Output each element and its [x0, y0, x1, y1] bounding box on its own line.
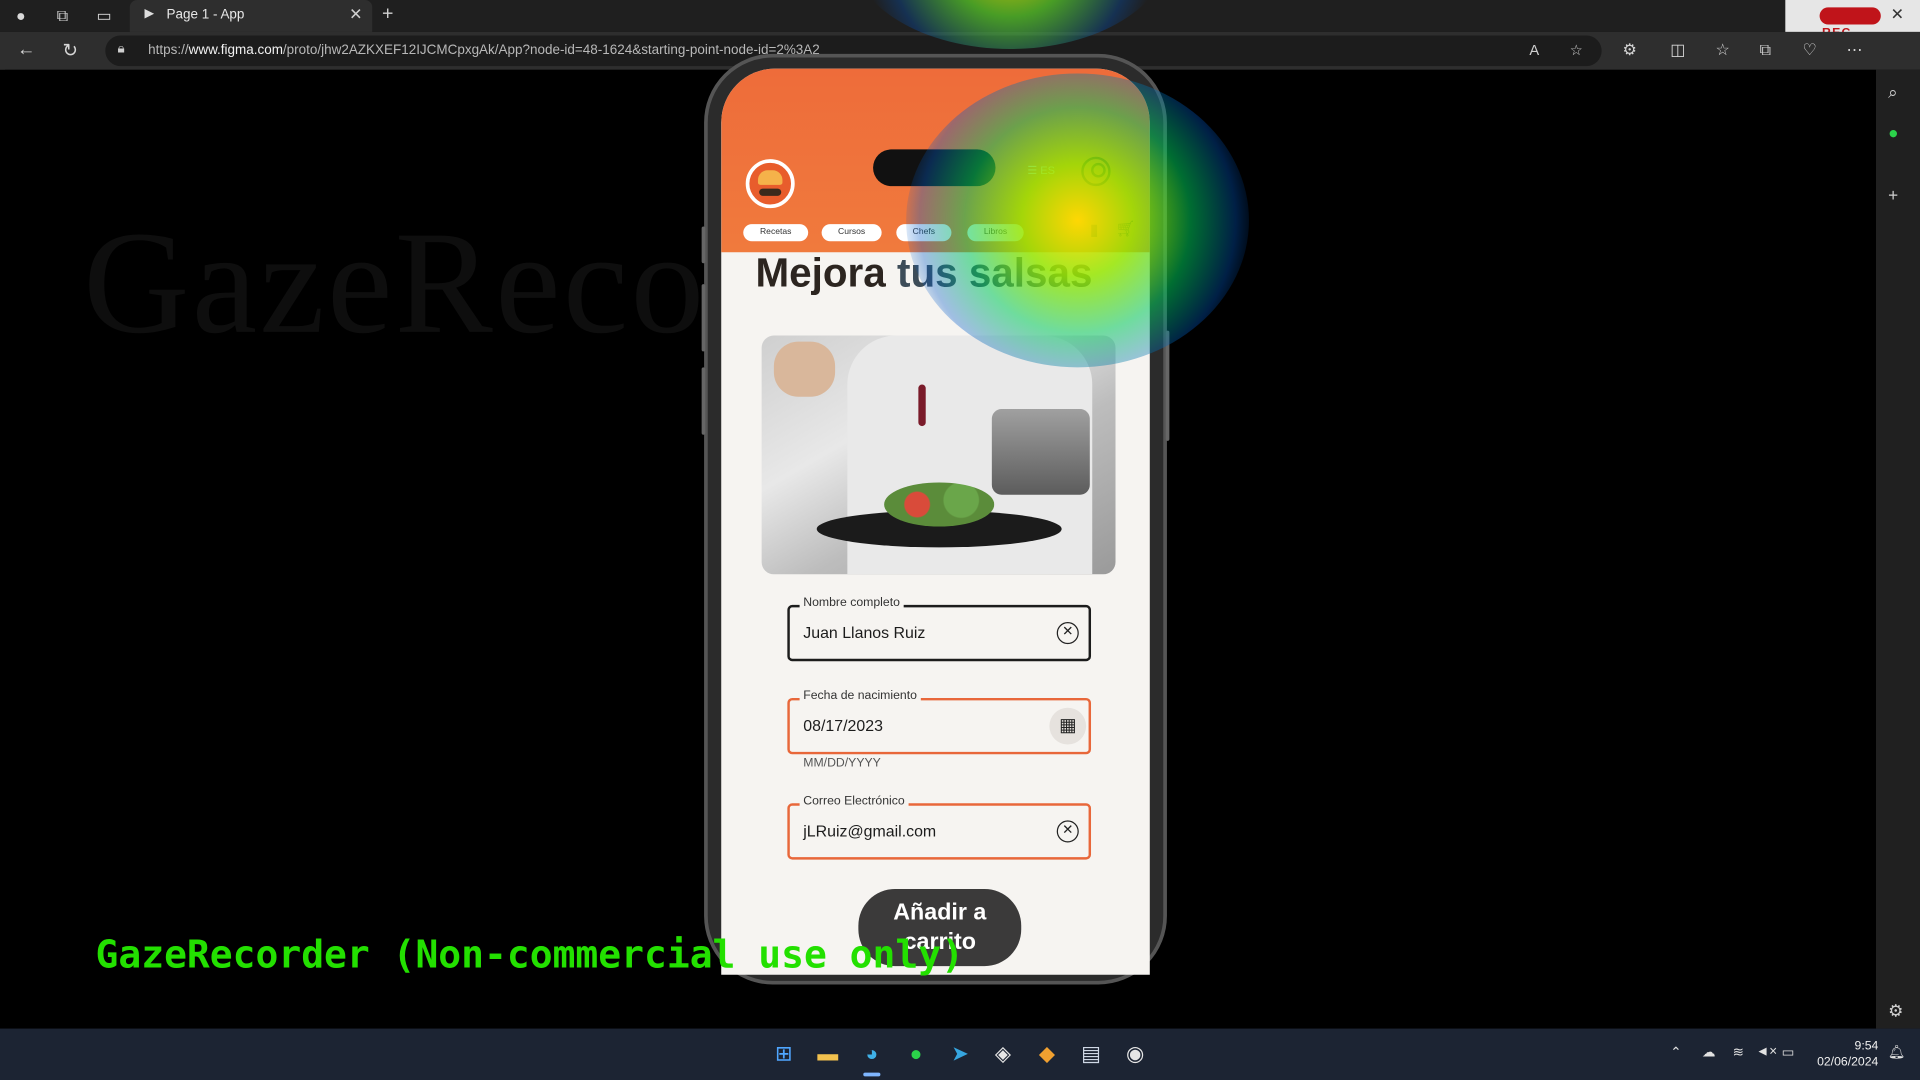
- tab-actions-icon[interactable]: ▭: [93, 5, 115, 27]
- search-icon[interactable]: ⌕: [1888, 82, 1898, 103]
- url-text: https://www.figma.com/proto/jhw2AZKXEF12…: [148, 42, 820, 58]
- active-app-indicator: [863, 1072, 881, 1077]
- profile-icon[interactable]: ●: [10, 5, 32, 27]
- cloud-icon[interactable]: ☁: [1702, 1044, 1715, 1061]
- clock-date: 02/06/2024: [1817, 1055, 1879, 1069]
- rec-indicator: [1819, 7, 1881, 25]
- clear-icon[interactable]: ✕: [1056, 820, 1079, 843]
- nav-chip-recetas[interactable]: Recetas: [743, 224, 809, 242]
- app-screen: ☰ ES Recetas Cursos Chefs Libros ▮ 🛒︎ Me…: [721, 68, 1150, 975]
- tray-chevron-icon[interactable]: ⌃: [1670, 1044, 1681, 1061]
- birthdate-field[interactable]: Fecha de nacimiento 08/17/2023 ▦: [787, 689, 1092, 755]
- sauce-drip: [918, 384, 926, 427]
- wifi-icon[interactable]: ≋: [1733, 1044, 1744, 1061]
- new-tab-icon[interactable]: +: [382, 4, 393, 26]
- phone-button: [701, 367, 706, 435]
- name-value: Juan Llanos Ruiz: [803, 623, 926, 642]
- tab-title: Page 1 - App: [166, 7, 245, 23]
- email-value: jLRuiz@gmail.com: [803, 821, 937, 841]
- faint-watermark: GazeRecor: [83, 200, 758, 364]
- date-format-hint: MM/DD/YYYY: [803, 756, 881, 771]
- start-icon[interactable]: ⊞: [770, 1041, 797, 1068]
- lock-icon: 🔒︎: [117, 41, 125, 57]
- phone-button: [701, 284, 706, 352]
- page-title: Mejora tus salsas: [755, 249, 1093, 296]
- edge-sidebar: ⌕ ● + ⚙: [1875, 69, 1920, 1029]
- figma-play-icon: ▶: [144, 7, 154, 21]
- phone-button: [701, 226, 706, 264]
- add-to-cart-line1: Añadir a: [893, 900, 987, 926]
- favorite-star-icon[interactable]: ☆: [1570, 42, 1583, 59]
- telegram-icon[interactable]: ➤: [947, 1041, 974, 1068]
- collections-icon[interactable]: ⧉: [1760, 40, 1771, 60]
- calendar-icon[interactable]: ▦: [1049, 707, 1087, 745]
- whatsapp-icon[interactable]: ●: [1888, 122, 1898, 142]
- read-aloud-icon[interactable]: A: [1529, 42, 1539, 59]
- add-icon[interactable]: +: [1888, 185, 1898, 205]
- more-icon[interactable]: ⋯: [1847, 40, 1863, 60]
- salad: [884, 482, 995, 527]
- close-window-icon[interactable]: ✕: [1891, 5, 1904, 25]
- nav-chip-chefs[interactable]: Chefs: [896, 224, 952, 242]
- gazerecorder-watermark: GazeRecorder (Non-commercial use only): [95, 933, 964, 978]
- cart-icon[interactable]: 🛒︎: [1116, 219, 1136, 239]
- refresh-icon[interactable]: ↻: [62, 39, 77, 61]
- language-selector[interactable]: ☰ ES: [1027, 164, 1055, 177]
- split-screen-icon[interactable]: ◫: [1670, 40, 1685, 60]
- favorites-icon[interactable]: ☆: [1716, 40, 1730, 60]
- clear-icon[interactable]: ✕: [1056, 622, 1079, 645]
- chef-logo[interactable]: [745, 159, 795, 209]
- mustache-icon: [759, 188, 782, 196]
- workspaces-icon[interactable]: ⧉: [51, 5, 73, 27]
- name-label: Nombre completo: [799, 596, 904, 610]
- email-label: Correo Electrónico: [799, 794, 909, 809]
- settings-icon[interactable]: ⚙: [1888, 1000, 1903, 1021]
- phone-button: [1165, 330, 1170, 441]
- performance-icon[interactable]: ♡: [1802, 40, 1816, 60]
- notepad-icon[interactable]: ▤: [1078, 1041, 1105, 1068]
- birthdate-value: 08/17/2023: [803, 716, 883, 735]
- eye-tracker-icon[interactable]: ◉: [1122, 1041, 1149, 1068]
- chef-hat-icon: [757, 170, 783, 185]
- battery-icon[interactable]: ▭: [1782, 1044, 1795, 1061]
- birthdate-label: Fecha de nacimiento: [799, 689, 921, 703]
- sauce-photo: [761, 335, 1116, 575]
- cube-app-icon[interactable]: ◈: [989, 1041, 1016, 1068]
- tab-active[interactable]: ▶ Page 1 - App ✕: [129, 0, 373, 32]
- extensions-icon[interactable]: ⚙: [1622, 40, 1636, 60]
- close-tab-icon[interactable]: ✕: [349, 5, 362, 25]
- screen: ● ⧉ ▭ ▶ Page 1 - App ✕ + — REC ✕ ← ↻ 🔒︎ …: [0, 0, 1920, 1080]
- volume-muted-icon[interactable]: ◄×: [1756, 1044, 1777, 1059]
- notifications-icon[interactable]: 🔔︎: [1888, 1044, 1905, 1061]
- file-explorer-icon[interactable]: ▬: [814, 1041, 841, 1068]
- nav-chip-cursos[interactable]: Cursos: [821, 224, 882, 242]
- browser-tab-bar: ● ⧉ ▭ ▶ Page 1 - App ✕ + — REC ✕: [0, 0, 1920, 45]
- edge-icon[interactable]: ◕: [858, 1041, 885, 1068]
- bookmark-icon[interactable]: ▮: [1090, 220, 1099, 240]
- sketch-app-icon[interactable]: ◆: [1033, 1041, 1060, 1068]
- name-field[interactable]: Nombre completo Juan Llanos Ruiz ✕: [787, 596, 1092, 662]
- back-icon[interactable]: ←: [17, 39, 35, 60]
- dynamic-island: [873, 149, 996, 187]
- email-field[interactable]: Correo Electrónico jLRuiz@gmail.com ✕: [787, 794, 1092, 860]
- nav-chip-libros[interactable]: Libros: [967, 224, 1024, 242]
- whatsapp-icon[interactable]: ●: [902, 1041, 929, 1068]
- clock[interactable]: 9:54 02/06/2024: [1810, 1038, 1879, 1070]
- windows-taskbar: ⊞ ▬ ◕ ● ➤ ◈ ◆ ▤ ◉ ⌃ ☁ ≋ ◄× ▭ 9:54 02/06/…: [0, 1028, 1920, 1080]
- chef-hand: [773, 341, 836, 397]
- clock-time: 9:54: [1854, 1039, 1879, 1054]
- saucepan: [991, 408, 1090, 495]
- user-profile-icon[interactable]: [1081, 156, 1111, 187]
